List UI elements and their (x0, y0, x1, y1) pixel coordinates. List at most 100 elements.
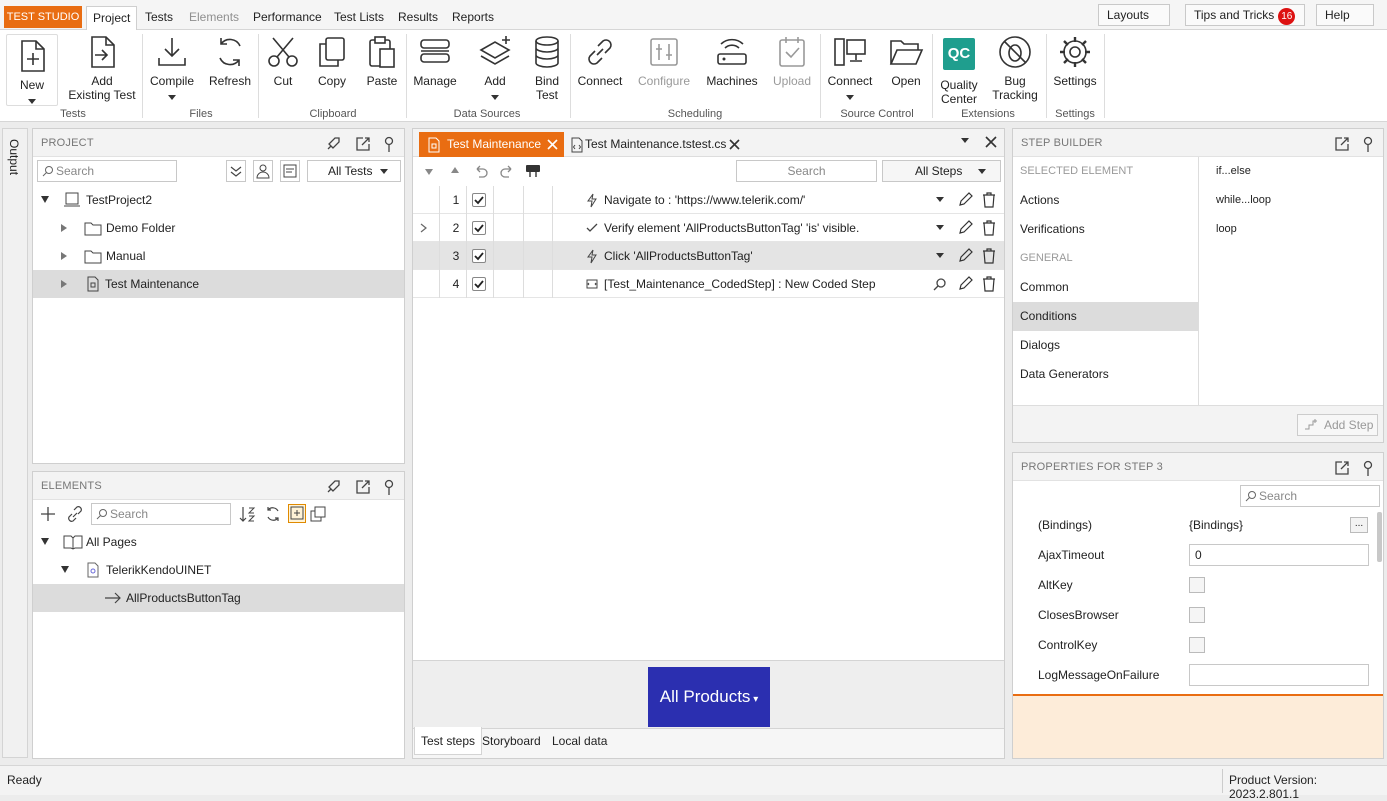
step-enabled-checkbox[interactable] (472, 249, 486, 263)
undo-icon[interactable] (473, 163, 489, 179)
edit-icon[interactable] (957, 276, 973, 292)
machines-button[interactable]: Machines (704, 34, 760, 88)
steps-search-input[interactable]: Search (736, 160, 877, 182)
category-verifications[interactable]: Verifications (1013, 215, 1198, 244)
quality-center-button[interactable]: QC Quality Center (936, 34, 982, 106)
pin-icon[interactable] (1359, 135, 1377, 153)
collapsed-arrow-icon[interactable] (61, 252, 67, 260)
option-loop[interactable]: loop (1209, 215, 1379, 244)
output-tab[interactable]: Output (7, 139, 21, 175)
owner-filter-button[interactable] (253, 160, 273, 182)
link-icon[interactable] (65, 505, 85, 523)
collapsed-arrow-icon[interactable] (61, 280, 67, 288)
tips-button[interactable]: Tips and Tricks 16 (1185, 4, 1305, 26)
chevron-down-icon[interactable] (936, 253, 944, 258)
closesbrowser-checkbox[interactable] (1189, 607, 1205, 623)
add-existing-test-button[interactable]: Add Existing Test (68, 34, 136, 102)
popout-icon[interactable] (1333, 459, 1351, 477)
tab-test-lists[interactable]: Test Lists (328, 6, 390, 30)
highlight-toggle[interactable] (288, 504, 306, 523)
rocket-icon[interactable] (324, 478, 342, 496)
tab-reports[interactable]: Reports (446, 6, 500, 30)
move-up-icon[interactable] (451, 167, 459, 173)
source-control-connect-button[interactable]: Connect (824, 34, 876, 104)
tree-item-test-maintenance[interactable]: Test Maintenance (33, 270, 404, 298)
category-common[interactable]: Common (1013, 273, 1198, 302)
log-message-input[interactable] (1189, 664, 1369, 686)
tabs-menu-chevron-icon[interactable] (961, 138, 969, 143)
plus-icon[interactable] (39, 505, 57, 523)
connect-button[interactable]: Connect (574, 34, 626, 88)
bind-test-button[interactable]: Bind Test (524, 34, 570, 102)
add-datasource-button[interactable]: Add (472, 34, 518, 104)
tree-item-demo-folder[interactable]: Demo Folder (33, 214, 404, 242)
expand-arrow-icon[interactable] (41, 196, 49, 203)
step-enabled-checkbox[interactable] (472, 277, 486, 291)
new-button[interactable]: New (6, 34, 58, 106)
tab-performance[interactable]: Performance (247, 6, 328, 30)
tab-local-data[interactable]: Local data (546, 727, 613, 755)
option-if-else[interactable]: if...else (1209, 157, 1379, 186)
altkey-checkbox[interactable] (1189, 577, 1205, 593)
refresh-button[interactable]: Refresh (206, 34, 254, 88)
tab-code-file[interactable]: Test Maintenance.tstest.cs (567, 132, 743, 157)
test-filter-dropdown[interactable]: All Tests (307, 160, 401, 182)
delete-icon[interactable] (981, 192, 997, 208)
open-button[interactable]: Open (884, 34, 928, 88)
step-enabled-checkbox[interactable] (472, 193, 486, 207)
refresh-icon[interactable] (264, 505, 282, 523)
compile-button[interactable]: Compile (148, 34, 196, 104)
tree-item-all-pages[interactable]: All Pages (33, 528, 404, 556)
edit-icon[interactable] (957, 220, 973, 236)
category-actions[interactable]: Actions (1013, 186, 1198, 215)
bug-tracking-button[interactable]: Bug Tracking (990, 34, 1040, 102)
redo-icon[interactable] (499, 163, 515, 179)
tab-test-maintenance[interactable]: Test Maintenance (419, 132, 564, 157)
properties-search-input[interactable]: Search (1240, 485, 1380, 507)
tab-elements[interactable]: Elements (183, 6, 245, 30)
add-step-button[interactable]: Add Step (1297, 414, 1378, 436)
ajax-timeout-input[interactable]: 0 (1189, 544, 1369, 566)
manage-button[interactable]: Manage (410, 34, 460, 88)
step-row[interactable]: 3 Click 'AllProductsButtonTag' (413, 242, 1004, 270)
upload-button[interactable]: Upload (768, 34, 816, 88)
chevron-down-icon[interactable] (936, 197, 944, 202)
category-data-generators[interactable]: Data Generators (1013, 360, 1198, 389)
move-down-icon[interactable] (425, 169, 433, 175)
settings-button[interactable]: Settings (1050, 34, 1100, 88)
close-icon[interactable] (729, 139, 740, 150)
popout-icon[interactable] (354, 135, 372, 153)
elements-search-input[interactable]: Search (91, 503, 231, 525)
popout-icon[interactable] (1333, 135, 1351, 153)
project-search-input[interactable]: Search (37, 160, 177, 182)
record-step-icon[interactable] (524, 163, 542, 179)
tab-storyboard[interactable]: Storyboard (476, 727, 547, 755)
step-row[interactable]: 1 Navigate to : 'https://www.telerik.com/… (413, 186, 1004, 214)
properties-scrollbar[interactable] (1377, 512, 1382, 562)
cut-button[interactable]: Cut (262, 34, 304, 88)
tab-project[interactable]: Project (86, 6, 138, 30)
rocket-icon[interactable] (324, 135, 342, 153)
copy-button[interactable]: Copy (310, 34, 354, 88)
help-dropdown[interactable]: Help (1316, 4, 1374, 39)
expand-arrow-icon[interactable] (41, 538, 49, 545)
sort-az-icon[interactable] (238, 505, 256, 523)
configure-button[interactable]: Configure (636, 34, 692, 88)
tree-item-allproducts-element[interactable]: AllProductsButtonTag (33, 584, 404, 612)
option-while-loop[interactable]: while...loop (1209, 186, 1379, 215)
close-icon[interactable] (547, 139, 558, 150)
tab-results[interactable]: Results (392, 6, 444, 30)
layouts-dropdown[interactable]: Layouts (1098, 4, 1170, 39)
expand-arrow-icon[interactable] (61, 566, 69, 573)
tree-item-manual[interactable]: Manual (33, 242, 404, 270)
delete-icon[interactable] (981, 220, 997, 236)
steps-filter-dropdown[interactable]: All Steps (882, 160, 1001, 182)
duplicate-icon[interactable] (309, 505, 327, 523)
paste-button[interactable]: Paste (360, 34, 404, 88)
search-icon[interactable] (933, 277, 947, 291)
category-dialogs[interactable]: Dialogs (1013, 331, 1198, 360)
tab-test-steps[interactable]: Test steps (414, 727, 483, 755)
tab-tests[interactable]: Tests (139, 6, 179, 30)
collapse-all-button[interactable] (226, 160, 246, 182)
controlkey-checkbox[interactable] (1189, 637, 1205, 653)
